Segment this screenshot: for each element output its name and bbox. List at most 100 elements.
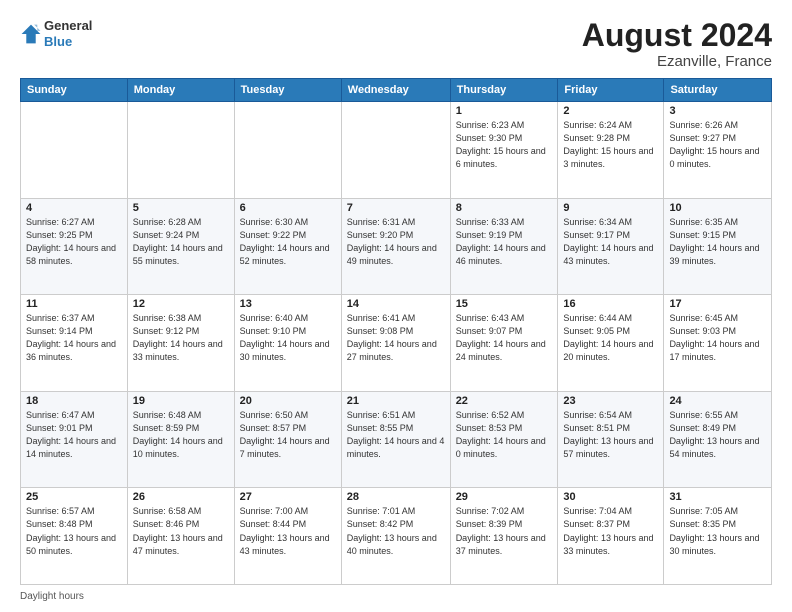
- day-number: 25: [26, 491, 122, 503]
- day-info: Sunrise: 6:48 AM Sunset: 8:59 PM Dayligh…: [133, 409, 229, 461]
- daylight-note: Daylight hours: [20, 591, 772, 602]
- day-number: 18: [26, 395, 122, 407]
- month-year: August 2024: [582, 18, 772, 53]
- calendar-cell: 6 Sunrise: 6:30 AM Sunset: 9:22 PM Daylig…: [234, 198, 341, 295]
- calendar-week-4: 18Sunrise: 6:47 AM Sunset: 9:01 PM Dayli…: [21, 391, 772, 488]
- calendar-cell: [234, 102, 341, 199]
- calendar-cell: 18Sunrise: 6:47 AM Sunset: 9:01 PM Dayli…: [21, 391, 128, 488]
- calendar-cell: 11 Sunrise: 6:37 AM Sunset: 9:14 PM Dayli…: [21, 295, 128, 392]
- calendar-cell: 9 Sunrise: 6:34 AM Sunset: 9:17 PM Daylig…: [558, 198, 664, 295]
- day-info: Sunrise: 7:00 AM Sunset: 8:44 PM Dayligh…: [240, 505, 336, 557]
- calendar-cell: 1 Sunrise: 6:23 AM Sunset: 9:30 PM Daylig…: [450, 102, 558, 199]
- day-info: Sunrise: 6:35 AM Sunset: 9:15 PM Dayligh…: [669, 216, 766, 268]
- day-info: Sunrise: 6:26 AM Sunset: 9:27 PM Dayligh…: [669, 119, 766, 171]
- day-number: 19: [133, 395, 229, 407]
- day-info: Sunrise: 6:58 AM Sunset: 8:46 PM Dayligh…: [133, 505, 229, 557]
- day-number: 26: [133, 491, 229, 503]
- calendar-cell: 26 Sunrise: 6:58 AM Sunset: 8:46 PM Dayli…: [127, 488, 234, 585]
- day-info: Sunrise: 6:28 AM Sunset: 9:24 PM Dayligh…: [133, 216, 229, 268]
- logo: General Blue: [20, 18, 92, 49]
- calendar-week-3: 11 Sunrise: 6:37 AM Sunset: 9:14 PM Dayli…: [21, 295, 772, 392]
- day-number: 17: [669, 298, 766, 310]
- calendar-cell: [341, 102, 450, 199]
- day-info: Sunrise: 7:01 AM Sunset: 8:42 PM Dayligh…: [347, 505, 445, 557]
- day-number: 16: [563, 298, 658, 310]
- calendar-cell: [21, 102, 128, 199]
- calendar-cell: 19 Sunrise: 6:48 AM Sunset: 8:59 PM Dayli…: [127, 391, 234, 488]
- calendar-cell: 5 Sunrise: 6:28 AM Sunset: 9:24 PM Daylig…: [127, 198, 234, 295]
- calendar-cell: 25 Sunrise: 6:57 AM Sunset: 8:48 PM Dayli…: [21, 488, 128, 585]
- day-info: Sunrise: 6:52 AM Sunset: 8:53 PM Dayligh…: [456, 409, 553, 461]
- logo-icon: [20, 23, 42, 45]
- day-number: 31: [669, 491, 766, 503]
- day-number: 22: [456, 395, 553, 407]
- day-number: 2: [563, 105, 658, 117]
- calendar-cell: 17 Sunrise: 6:45 AM Sunset: 9:03 PM Dayli…: [664, 295, 772, 392]
- day-number: 28: [347, 491, 445, 503]
- day-info: Sunrise: 6:50 AM Sunset: 8:57 PM Dayligh…: [240, 409, 336, 461]
- calendar-cell: 10 Sunrise: 6:35 AM Sunset: 9:15 PM Dayli…: [664, 198, 772, 295]
- calendar-cell: [127, 102, 234, 199]
- calendar-cell: 28 Sunrise: 7:01 AM Sunset: 8:42 PM Dayli…: [341, 488, 450, 585]
- day-number: 23: [563, 395, 658, 407]
- col-header-wednesday: Wednesday: [341, 79, 450, 102]
- day-info: Sunrise: 6:37 AM Sunset: 9:14 PM Dayligh…: [26, 312, 122, 364]
- calendar-cell: 12 Sunrise: 6:38 AM Sunset: 9:12 PM Dayli…: [127, 295, 234, 392]
- day-number: 5: [133, 202, 229, 214]
- calendar-header-row: SundayMondayTuesdayWednesdayThursdayFrid…: [21, 79, 772, 102]
- page: General Blue August 2024 Ezanville, Fran…: [0, 0, 792, 612]
- day-info: Sunrise: 6:31 AM Sunset: 9:20 PM Dayligh…: [347, 216, 445, 268]
- day-number: 13: [240, 298, 336, 310]
- day-number: 7: [347, 202, 445, 214]
- col-header-monday: Monday: [127, 79, 234, 102]
- day-number: 14: [347, 298, 445, 310]
- location: Ezanville, France: [582, 53, 772, 70]
- day-info: Sunrise: 6:30 AM Sunset: 9:22 PM Dayligh…: [240, 216, 336, 268]
- calendar-cell: 2Sunrise: 6:24 AM Sunset: 9:28 PM Daylig…: [558, 102, 664, 199]
- day-number: 10: [669, 202, 766, 214]
- calendar-cell: 14 Sunrise: 6:41 AM Sunset: 9:08 PM Dayli…: [341, 295, 450, 392]
- day-info: Sunrise: 6:23 AM Sunset: 9:30 PM Dayligh…: [456, 119, 553, 171]
- day-info: Sunrise: 6:45 AM Sunset: 9:03 PM Dayligh…: [669, 312, 766, 364]
- day-number: 8: [456, 202, 553, 214]
- calendar-cell: 23 Sunrise: 6:54 AM Sunset: 8:51 PM Dayli…: [558, 391, 664, 488]
- col-header-tuesday: Tuesday: [234, 79, 341, 102]
- calendar-week-5: 25 Sunrise: 6:57 AM Sunset: 8:48 PM Dayli…: [21, 488, 772, 585]
- day-info: Sunrise: 6:34 AM Sunset: 9:17 PM Dayligh…: [563, 216, 658, 268]
- calendar-cell: 22 Sunrise: 6:52 AM Sunset: 8:53 PM Dayli…: [450, 391, 558, 488]
- day-info: Sunrise: 6:38 AM Sunset: 9:12 PM Dayligh…: [133, 312, 229, 364]
- calendar-cell: 4Sunrise: 6:27 AM Sunset: 9:25 PM Daylig…: [21, 198, 128, 295]
- calendar-cell: 20Sunrise: 6:50 AM Sunset: 8:57 PM Dayli…: [234, 391, 341, 488]
- day-info: Sunrise: 7:02 AM Sunset: 8:39 PM Dayligh…: [456, 505, 553, 557]
- day-info: Sunrise: 6:43 AM Sunset: 9:07 PM Dayligh…: [456, 312, 553, 364]
- day-info: Sunrise: 6:57 AM Sunset: 8:48 PM Dayligh…: [26, 505, 122, 557]
- day-info: Sunrise: 6:55 AM Sunset: 8:49 PM Dayligh…: [669, 409, 766, 461]
- col-header-saturday: Saturday: [664, 79, 772, 102]
- calendar-week-2: 4Sunrise: 6:27 AM Sunset: 9:25 PM Daylig…: [21, 198, 772, 295]
- calendar-cell: 15Sunrise: 6:43 AM Sunset: 9:07 PM Dayli…: [450, 295, 558, 392]
- day-info: Sunrise: 6:27 AM Sunset: 9:25 PM Dayligh…: [26, 216, 122, 268]
- day-info: Sunrise: 6:54 AM Sunset: 8:51 PM Dayligh…: [563, 409, 658, 461]
- calendar-cell: 24 Sunrise: 6:55 AM Sunset: 8:49 PM Dayli…: [664, 391, 772, 488]
- col-header-friday: Friday: [558, 79, 664, 102]
- day-number: 9: [563, 202, 658, 214]
- day-number: 6: [240, 202, 336, 214]
- day-info: Sunrise: 6:33 AM Sunset: 9:19 PM Dayligh…: [456, 216, 553, 268]
- logo-text: General Blue: [44, 18, 92, 49]
- day-number: 12: [133, 298, 229, 310]
- day-number: 1: [456, 105, 553, 117]
- day-info: Sunrise: 6:40 AM Sunset: 9:10 PM Dayligh…: [240, 312, 336, 364]
- day-number: 21: [347, 395, 445, 407]
- day-info: Sunrise: 6:44 AM Sunset: 9:05 PM Dayligh…: [563, 312, 658, 364]
- logo-general: General: [44, 18, 92, 34]
- day-number: 11: [26, 298, 122, 310]
- calendar-table: SundayMondayTuesdayWednesdayThursdayFrid…: [20, 78, 772, 585]
- col-header-sunday: Sunday: [21, 79, 128, 102]
- calendar-cell: 30Sunrise: 7:04 AM Sunset: 8:37 PM Dayli…: [558, 488, 664, 585]
- col-header-thursday: Thursday: [450, 79, 558, 102]
- day-number: 24: [669, 395, 766, 407]
- calendar-cell: 31Sunrise: 7:05 AM Sunset: 8:35 PM Dayli…: [664, 488, 772, 585]
- calendar-cell: 3Sunrise: 6:26 AM Sunset: 9:27 PM Daylig…: [664, 102, 772, 199]
- day-info: Sunrise: 6:41 AM Sunset: 9:08 PM Dayligh…: [347, 312, 445, 364]
- calendar-cell: 27Sunrise: 7:00 AM Sunset: 8:44 PM Dayli…: [234, 488, 341, 585]
